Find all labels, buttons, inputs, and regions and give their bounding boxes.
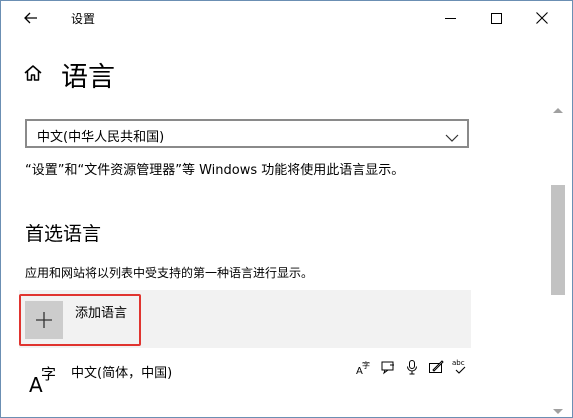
display-language-description: “设置”和“文件资源管理器”等 Windows 功能将使用此语言显示。 [25, 163, 405, 178]
close-icon [536, 12, 548, 24]
language-features: A 字 abc [355, 357, 469, 377]
settings-content: 中文(中华人民共和国) “设置”和“文件资源管理器”等 Windows 功能将使… [1, 101, 549, 417]
speech-to-text-icon [379, 357, 397, 377]
scrollbar-thumb[interactable] [551, 185, 565, 295]
plus-icon [36, 312, 52, 328]
add-language-button[interactable] [25, 301, 63, 339]
scroll-up-icon[interactable] [552, 99, 564, 118]
add-language-row[interactable]: 添加语言 [19, 290, 471, 348]
language-name: 中文(简体，中国) [71, 366, 173, 381]
svg-text:字: 字 [362, 360, 370, 370]
chevron-down-icon [445, 128, 459, 147]
preferred-languages-description: 应用和网站将以列表中受支持的第一种语言进行显示。 [25, 266, 314, 280]
back-arrow-icon [24, 12, 37, 24]
handwriting-icon [427, 357, 445, 377]
minimize-icon [444, 17, 456, 19]
title-bar: 设置 [1, 1, 572, 35]
maximize-icon [490, 12, 502, 24]
display-language-dropdown[interactable]: 中文(中华人民共和国) [25, 119, 469, 148]
back-button[interactable] [17, 5, 45, 31]
preferred-languages-heading: 首选语言 [25, 223, 102, 245]
page-header: 语言 [1, 53, 541, 97]
page-title: 语言 [61, 62, 115, 93]
minimize-button[interactable] [427, 1, 473, 35]
language-list-item[interactable]: A 字 中文(简体，中国) A 字 abc [19, 353, 471, 417]
microphone-icon [403, 357, 421, 377]
vertical-scrollbar[interactable] [549, 97, 567, 417]
svg-text:abc: abc [452, 359, 465, 367]
language-font-icon: A 字 [27, 361, 61, 399]
home-icon[interactable] [23, 63, 43, 87]
spellcheck-icon: abc [451, 357, 469, 377]
scroll-down-icon[interactable] [552, 401, 564, 417]
dropdown-value: 中文(中华人民共和国) [37, 130, 165, 145]
display-language-icon: A 字 [355, 357, 373, 377]
close-button[interactable] [519, 1, 565, 35]
maximize-button[interactable] [473, 1, 519, 35]
settings-window: 设置 语言 中文(中华人民共和国) “设置”和“文件资源管理器”等 Window… [0, 0, 573, 418]
svg-text:字: 字 [41, 365, 56, 383]
add-language-label[interactable]: 添加语言 [75, 302, 127, 321]
app-title: 设置 [71, 12, 96, 26]
